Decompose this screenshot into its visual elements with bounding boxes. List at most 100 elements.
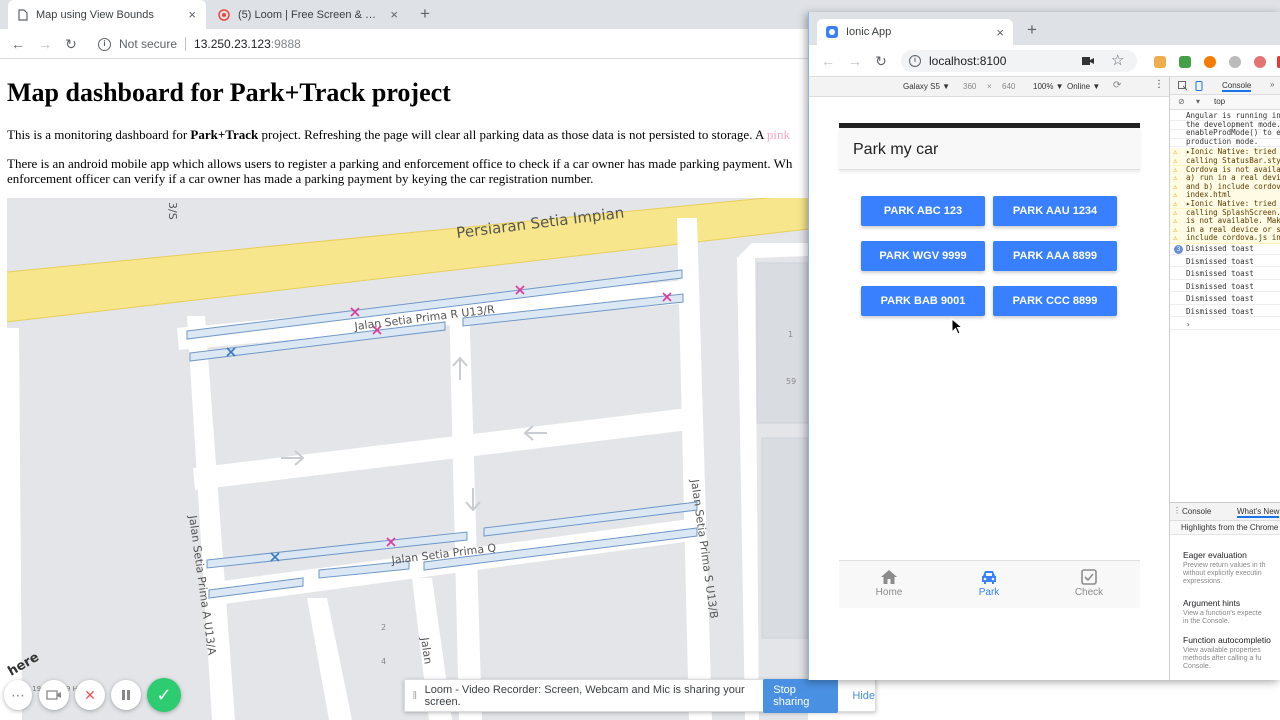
park-button[interactable]: PARK BAB 9001	[861, 286, 985, 316]
more-tabs-icon[interactable]: »	[1270, 80, 1274, 89]
extension-icon[interactable]	[1229, 56, 1241, 68]
device-width[interactable]: 360	[963, 82, 976, 91]
extension-icon[interactable]	[1254, 56, 1266, 68]
more-icon[interactable]: ⋮	[1154, 79, 1164, 90]
share-message: Loom - Video Recorder: Screen, Webcam an…	[424, 683, 745, 708]
loom-cancel-button[interactable]: ✕	[75, 680, 105, 710]
rotate-icon[interactable]: ⟳	[1113, 80, 1121, 91]
network-select[interactable]: Online ▼	[1067, 82, 1100, 91]
bookmark-star-icon[interactable]: ☆	[1111, 51, 1124, 69]
reload-icon[interactable]: ↻	[62, 35, 80, 53]
repeat-count-badge: 3	[1174, 245, 1183, 254]
tab-map-view-bounds[interactable]: Map using View Bounds ×	[8, 0, 206, 29]
park-button[interactable]: PARK AAU 1234	[993, 196, 1117, 226]
tab-label: Check	[1074, 587, 1104, 598]
tab-ionic-app[interactable]: Ionic App ×	[817, 19, 1013, 45]
info-icon[interactable]: i	[909, 55, 921, 67]
building-number: 59	[786, 377, 796, 386]
whats-new-feature[interactable]: Eager evaluation Preview return values in…	[1183, 550, 1280, 586]
address-bar[interactable]: i localhost:8100	[901, 50, 1137, 72]
close-tab-icon[interactable]: ×	[188, 7, 196, 22]
console-line: Dismissed toast	[1170, 257, 1280, 267]
extension-icon[interactable]	[1154, 56, 1166, 68]
front-tab-strip: Ionic App × +	[809, 12, 1280, 45]
close-tab-icon[interactable]: ×	[996, 25, 1004, 40]
drawer-menu-icon[interactable]: ⋮	[1173, 506, 1181, 515]
whats-new-feature[interactable]: Function autocompletio View available pro…	[1183, 635, 1280, 671]
park-button[interactable]: PARK WGV 9999	[861, 241, 985, 271]
tab-loom[interactable]: (5) Loom | Free Screen & Video Re ×	[208, 0, 408, 29]
tab-label: Home	[875, 587, 903, 598]
whats-new-feature[interactable]: Argument hints View a function's expecte i…	[1183, 598, 1280, 626]
ionic-icon	[826, 26, 838, 38]
inspect-icon[interactable]	[1178, 81, 1188, 91]
new-tab-button[interactable]: +	[1027, 20, 1037, 40]
extension-icon[interactable]	[1204, 56, 1216, 68]
forward-arrow-icon[interactable]: →	[846, 52, 864, 70]
stop-sharing-button[interactable]: Stop sharing	[763, 678, 839, 713]
console-line: Dismissed toast	[1170, 282, 1280, 293]
console-line: include cordova.js in	[1170, 234, 1280, 244]
device-height[interactable]: 640	[1002, 82, 1015, 91]
tab-home[interactable]: Home	[839, 561, 939, 609]
document-icon	[18, 8, 28, 21]
device-select[interactable]: Galaxy S5 ▼	[903, 82, 950, 91]
reload-icon[interactable]: ↻	[872, 52, 890, 70]
console-line: 3 Dismissed toast	[1170, 244, 1280, 255]
park-button[interactable]: PARK AAA 8899	[993, 241, 1117, 271]
hide-button[interactable]: Hide	[852, 690, 875, 702]
console-line: Dismissed toast	[1170, 269, 1280, 280]
address-bar[interactable]: i Not secure 13.250.23.123:9888	[92, 33, 802, 55]
drawer-tab-whats-new[interactable]: What's New	[1237, 507, 1280, 518]
devtools-drawer: ⋮ Console What's New Highlights from the…	[1170, 502, 1280, 680]
tab-label: Park	[978, 587, 1000, 598]
loom-pause-button[interactable]	[111, 680, 141, 710]
loom-more-button[interactable]: ⋯	[4, 680, 32, 710]
back-arrow-icon[interactable]: ←	[819, 52, 837, 70]
loom-icon	[218, 8, 230, 21]
new-tab-button[interactable]: +	[415, 4, 435, 24]
console-line: Dismissed toast	[1170, 307, 1280, 318]
road-label: 3/S	[166, 202, 179, 220]
drag-handle-icon[interactable]: ‖	[405, 690, 425, 702]
video-icon[interactable]	[1082, 56, 1094, 66]
device-toolbar: Galaxy S5 ▼ 360 × 640 100% ▼ Online ▼ ⟳ …	[809, 77, 1169, 97]
info-icon[interactable]: i	[98, 37, 111, 51]
app-header: Park my car	[839, 128, 1140, 170]
car-icon	[982, 571, 996, 584]
app-paragraph-line1: There is an android mobile app which all…	[7, 156, 793, 171]
tab-park[interactable]: Park	[939, 561, 1039, 609]
map[interactable]: Persiaran Setia Impian Jalan Setia Prima…	[7, 198, 808, 720]
app-tab-bar: Home Park Check	[839, 560, 1140, 608]
security-label: Not secure	[119, 37, 178, 51]
drawer-tab-console[interactable]: Console	[1182, 507, 1211, 516]
tab-check[interactable]: Check	[1039, 561, 1139, 609]
page-title: Map dashboard for Park+Track project	[7, 78, 451, 107]
building-number: 1	[788, 330, 793, 339]
screen-share-bar: ‖ Loom - Video Recorder: Screen, Webcam …	[404, 678, 876, 713]
app-title: Park my car	[853, 141, 939, 158]
extension-icon[interactable]	[1179, 56, 1191, 68]
park-button[interactable]: PARK CCC 8899	[993, 286, 1117, 316]
devtools-tabbar: Console »	[1170, 77, 1280, 95]
tab-title: Map using View Bounds	[36, 8, 154, 21]
filter-icon[interactable]: ▾	[1196, 97, 1200, 106]
context-select[interactable]: top	[1214, 97, 1225, 106]
forward-arrow-icon[interactable]: →	[36, 35, 54, 53]
park-button[interactable]: PARK ABC 123	[861, 196, 985, 226]
loom-camera-button[interactable]	[39, 680, 69, 710]
tab-console[interactable]: Console	[1222, 81, 1252, 92]
back-arrow-icon[interactable]: ←	[9, 35, 27, 53]
zoom-select[interactable]: 100% ▼	[1033, 82, 1064, 91]
close-tab-icon[interactable]: ×	[390, 7, 398, 22]
clear-console-icon[interactable]: ⊘	[1178, 97, 1185, 106]
whats-new-highlight: Highlights from the Chrome	[1170, 521, 1280, 535]
home-icon	[881, 570, 897, 584]
camera-icon	[46, 690, 61, 700]
device-toggle-icon[interactable]	[1194, 81, 1204, 91]
ionic-browser-window: Ionic App × + ← → ↻ i localhost:8100 ☆ G…	[808, 12, 1280, 680]
checkbox-icon	[1081, 569, 1097, 585]
loom-finish-button[interactable]: ✓	[147, 678, 181, 712]
url-host: 13.250.23.123	[194, 37, 271, 51]
mouse-cursor-icon	[951, 318, 963, 335]
